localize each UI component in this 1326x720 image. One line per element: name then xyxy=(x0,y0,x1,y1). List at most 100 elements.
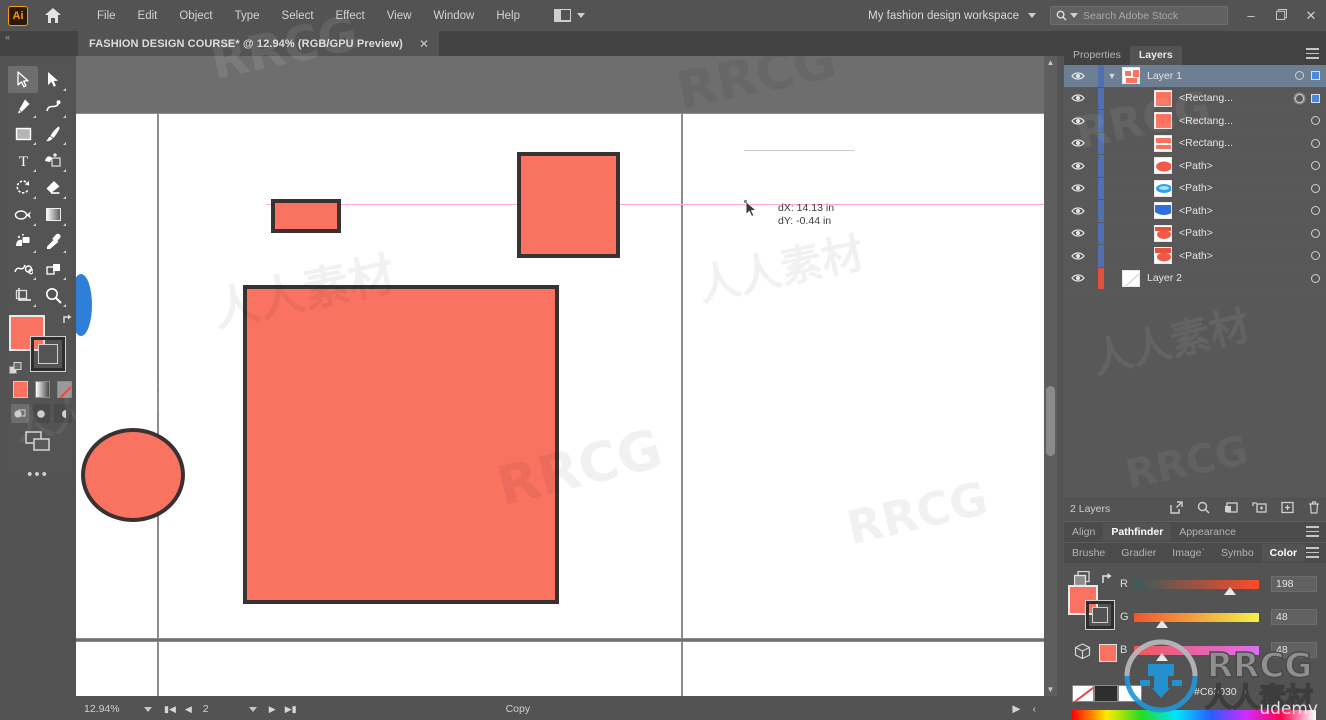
menu-help[interactable]: Help xyxy=(485,6,531,26)
layer-row[interactable]: <Path> xyxy=(1064,155,1326,178)
adobe-stock-search-input[interactable]: Search Adobe Stock xyxy=(1050,6,1228,25)
swatch-black[interactable] xyxy=(1094,685,1118,702)
visibility-icon[interactable] xyxy=(1064,138,1092,148)
rectangle-tool[interactable] xyxy=(8,120,38,147)
canvas-area[interactable]: dX: 14.13 in dY: -0.44 in 人人素材 RRCG 人人素材… xyxy=(76,56,1044,696)
target-indicator[interactable] xyxy=(1311,138,1320,148)
menu-window[interactable]: Window xyxy=(422,6,485,26)
layer-row[interactable]: <Rectang... xyxy=(1064,132,1326,155)
large-square-shape[interactable] xyxy=(243,285,559,604)
layer-name[interactable]: Layer 2 xyxy=(1147,272,1182,284)
visibility-icon[interactable] xyxy=(1064,228,1092,238)
tab-symbols[interactable]: Symbo xyxy=(1213,544,1262,562)
pen-tool[interactable] xyxy=(8,93,38,120)
r-slider[interactable] xyxy=(1134,579,1259,595)
menu-file[interactable]: File xyxy=(86,6,127,26)
page-number[interactable]: 2 xyxy=(203,703,247,715)
menu-view[interactable]: View xyxy=(376,6,423,26)
target-indicator[interactable] xyxy=(1295,71,1304,81)
draw-inside-button[interactable] xyxy=(54,404,73,423)
page-chevron-down-icon[interactable] xyxy=(248,706,257,712)
visibility-icon[interactable] xyxy=(1064,251,1092,261)
panel-menu-icon[interactable] xyxy=(1306,526,1319,540)
fill-gradient-button[interactable] xyxy=(35,381,50,398)
layer-name[interactable]: <Rectang... xyxy=(1179,92,1233,104)
paintbrush-tool[interactable] xyxy=(38,120,68,147)
zoom-chevron-down-icon[interactable] xyxy=(144,706,152,712)
medium-square-shape[interactable] xyxy=(517,152,620,258)
shape-builder-tool[interactable] xyxy=(38,147,68,174)
layer-name[interactable]: <Path> xyxy=(1179,205,1213,217)
expand-chevron-icon[interactable]: ▼ xyxy=(1104,71,1120,81)
eraser-tool[interactable] xyxy=(38,174,68,201)
workspace-switcher[interactable]: My fashion design workspace xyxy=(868,10,1019,22)
layer-row[interactable]: <Path> xyxy=(1064,200,1326,223)
tab-color[interactable]: Color xyxy=(1261,544,1306,562)
tab-pathfinder[interactable]: Pathfinder xyxy=(1103,523,1172,541)
layer-row[interactable]: <Path> xyxy=(1064,245,1326,268)
target-indicator[interactable] xyxy=(1311,206,1320,216)
maximize-button[interactable] xyxy=(1274,8,1288,23)
tab-image-trace[interactable]: Image` xyxy=(1164,544,1213,562)
rotate-tool[interactable] xyxy=(8,174,38,201)
3d-color-swatch[interactable] xyxy=(1099,644,1117,662)
collapse-panel-icon[interactable]: « xyxy=(5,32,10,42)
fill-none-button[interactable] xyxy=(57,381,72,398)
small-rectangle-shape[interactable] xyxy=(271,199,341,233)
tab-align[interactable]: Align xyxy=(1064,523,1103,541)
menu-object[interactable]: Object xyxy=(168,6,223,26)
swap-fill-stroke-icon[interactable] xyxy=(62,313,75,329)
visibility-icon[interactable] xyxy=(1064,273,1092,283)
layer-name[interactable]: <Path> xyxy=(1179,160,1213,172)
layer-name[interactable]: Layer 1 xyxy=(1147,70,1182,82)
tab-brushes[interactable]: Brushe xyxy=(1064,544,1113,562)
target-indicator[interactable] xyxy=(1311,161,1320,171)
color-stroke-swatch[interactable] xyxy=(1085,600,1115,630)
g-slider-knob[interactable] xyxy=(1156,619,1168,628)
visibility-icon[interactable] xyxy=(1064,161,1092,171)
layer-row[interactable]: Layer 2 xyxy=(1064,267,1326,290)
3d-cube-icon[interactable] xyxy=(1074,643,1091,663)
layer-name[interactable]: <Path> xyxy=(1179,227,1213,239)
tab-appearance[interactable]: Appearance xyxy=(1171,523,1244,541)
tab-gradient[interactable]: Gradier xyxy=(1113,544,1164,562)
gradient-tool[interactable] xyxy=(38,201,68,228)
r-slider-knob[interactable] xyxy=(1224,586,1236,595)
menu-edit[interactable]: Edit xyxy=(127,6,169,26)
resize-grip-icon[interactable]: ‹ xyxy=(1033,703,1037,715)
menu-effect[interactable]: Effect xyxy=(325,6,376,26)
g-value[interactable]: 48 xyxy=(1271,609,1317,625)
layer-name[interactable]: <Path> xyxy=(1179,250,1213,262)
panel-menu-icon[interactable] xyxy=(1306,547,1319,561)
menu-type[interactable]: Type xyxy=(224,6,271,26)
artboard-5[interactable] xyxy=(158,641,682,696)
layer-row[interactable]: ▼ Layer 1 xyxy=(1064,65,1326,88)
layers-empty-area[interactable] xyxy=(1064,290,1326,497)
document-tab[interactable]: FASHION DESIGN COURSE* @ 12.94% (RGB/GPU… xyxy=(78,31,439,56)
perspective-grid-tool[interactable] xyxy=(38,255,68,282)
first-page-icon[interactable]: ▮◀ xyxy=(164,704,176,715)
target-indicator[interactable] xyxy=(1295,93,1304,103)
minimize-button[interactable]: – xyxy=(1244,8,1258,23)
type-tool[interactable]: T xyxy=(8,147,38,174)
blend-tool[interactable] xyxy=(8,255,38,282)
artboard-6[interactable] xyxy=(682,641,1044,696)
scrollbar-thumb[interactable] xyxy=(1046,386,1055,456)
visibility-icon[interactable] xyxy=(1064,93,1092,103)
close-icon[interactable]: ✕ xyxy=(419,37,429,51)
new-layer-icon[interactable] xyxy=(1281,501,1294,517)
layer-row[interactable]: <Rectang... xyxy=(1064,110,1326,133)
arrange-documents-icon[interactable] xyxy=(549,6,590,25)
target-indicator[interactable] xyxy=(1311,273,1320,283)
visibility-icon[interactable] xyxy=(1064,116,1092,126)
swatch-none[interactable] xyxy=(1072,685,1094,702)
target-indicator[interactable] xyxy=(1311,183,1320,193)
swap-fill-stroke-icon[interactable] xyxy=(1100,571,1115,589)
direct-selection-tool[interactable] xyxy=(38,66,68,93)
locate-object-icon[interactable] xyxy=(1170,501,1183,517)
zoom-level[interactable]: 12.94% xyxy=(84,703,142,715)
width-tool[interactable] xyxy=(8,201,38,228)
layer-name[interactable]: <Rectang... xyxy=(1179,115,1233,127)
draw-normal-button[interactable] xyxy=(11,404,29,423)
more-tools-button[interactable]: ••• xyxy=(4,452,72,483)
